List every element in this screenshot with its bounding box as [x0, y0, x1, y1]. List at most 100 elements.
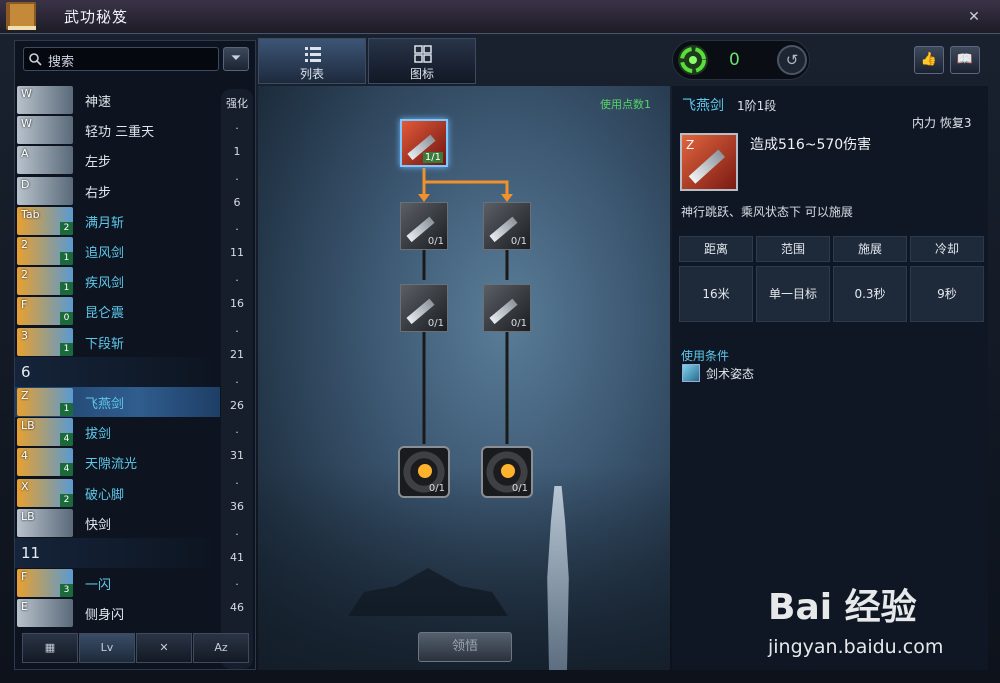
recommend-button[interactable]: 👍 [914, 46, 944, 74]
skill-list-item[interactable]: Z 1 飞燕剑 [15, 387, 220, 417]
skill-level-badge: 1 [60, 342, 73, 356]
skill-key: F [21, 570, 28, 584]
skill-thumb-icon: F3 [17, 569, 73, 598]
skill-name: 轻功 三重天 [85, 125, 155, 141]
skill-level-badge: 1 [60, 282, 73, 296]
skill-node[interactable]: 0/1 [483, 202, 531, 250]
window-title: 武功秘笈 [64, 8, 129, 26]
scale-dot: · [235, 426, 239, 440]
scale-tick: 11 [230, 246, 244, 260]
sort-tab[interactable]: ▦ [22, 633, 78, 663]
skill-group-header: 6 [15, 356, 220, 387]
search-input[interactable]: 搜索 [23, 47, 219, 71]
skill-node[interactable]: 0/1 [400, 284, 448, 332]
skill-node-ultimate[interactable]: 0/1 [398, 446, 450, 498]
scale-dot: · [235, 274, 239, 288]
skill-list-item[interactable]: LB 快剑 [15, 508, 220, 538]
sort-tab[interactable]: Az [193, 633, 249, 663]
skill-list-item[interactable]: A 左步 [15, 145, 220, 175]
learn-button[interactable]: 领悟 [418, 632, 512, 662]
stat-header: 施展 [833, 236, 907, 262]
stat-value: 9秒 [910, 266, 984, 322]
skill-key: Z [686, 138, 695, 152]
tab-list-view[interactable]: 列表 [258, 38, 366, 84]
skill-thumb-icon: A [17, 146, 73, 175]
skill-list-item[interactable]: LB 4 拔剑 [15, 417, 220, 447]
skill-thumb-icon: E [17, 599, 73, 628]
skill-group-header: 11 [15, 538, 220, 568]
sort-tab[interactable]: ✕ [136, 633, 192, 663]
skill-list-item[interactable]: 2 1 疾风剑 [15, 266, 220, 296]
sort-tab[interactable]: Lv [79, 633, 135, 663]
skill-list-item[interactable]: D 右步 [15, 176, 220, 206]
skill-list-item[interactable]: Tab 2 满月斩 [15, 206, 220, 236]
search-placeholder: 搜索 [48, 55, 75, 70]
stat-value: 16米 [679, 266, 753, 322]
skill-list: W 神速 W 轻功 三重天 A 左步 D 右步 Tab 2 满月斩 2 1 追风剑 2 1 疾风剑 F 0 昆仑震 3 1… [15, 85, 220, 665]
close-button[interactable]: ✕ [964, 7, 984, 27]
skill-tier: 1阶1段 [737, 99, 777, 113]
scale-dot: · [235, 527, 239, 541]
node-count: 0/1 [428, 483, 445, 494]
skill-thumb-icon: Tab 2 [17, 206, 73, 235]
stat-header: 范围 [756, 236, 830, 262]
condition-title: 使用条件 [681, 349, 730, 363]
skill-key: X [21, 479, 29, 493]
thumbs-up-icon: 👍 [920, 52, 938, 67]
stat-value: 单一目标 [756, 266, 830, 322]
tab-icon-view[interactable]: 图标 [368, 38, 476, 84]
reset-button[interactable]: ↺ [777, 45, 807, 75]
grid-icon [414, 45, 432, 63]
skill-thumb-icon: Z1 [17, 388, 73, 416]
skill-list-item[interactable]: F 3 一闪 [15, 568, 220, 598]
stat-header: 距离 [679, 236, 753, 262]
skill-level-badge: 4 [60, 433, 73, 447]
skill-points-counter: 0 ↺ [672, 40, 810, 80]
skill-name: 飞燕剑 [682, 98, 724, 114]
skill-key: LB [21, 509, 35, 523]
tab-label: 图标 [409, 67, 434, 81]
skill-level-badge: 3 [60, 584, 73, 598]
skill-level-badge: 4 [60, 463, 73, 477]
scale-tick: 41 [230, 550, 244, 564]
skill-list-item[interactable]: 2 1 追风剑 [15, 236, 220, 266]
scale-dot: · [235, 172, 239, 186]
skill-thumb-icon: F0 [17, 297, 73, 326]
scale-dot: · [235, 223, 239, 237]
skill-thumb-icon: X2 [17, 478, 73, 507]
scale-tick: 31 [230, 449, 244, 463]
scale-dot: · [235, 375, 239, 389]
scale-dot: · [235, 476, 239, 490]
skill-list-item[interactable]: W 神速 [15, 85, 220, 115]
stat-header: 冷却 [910, 236, 984, 262]
skill-node-ultimate[interactable]: 0/1 [481, 446, 533, 498]
group-level: 6 [21, 362, 31, 381]
skill-list-item[interactable]: 4 4 天隙流光 [15, 447, 220, 477]
list-icon [305, 47, 321, 62]
skill-name: 快剑 [85, 517, 112, 533]
skill-list-item[interactable]: 3 1 下段斩 [15, 327, 220, 357]
gear-core-icon [418, 464, 432, 478]
skill-node[interactable]: 0/1 [483, 284, 531, 332]
guide-button[interactable]: 📖 [950, 46, 980, 74]
skill-list-item[interactable]: F 0 昆仑震 [15, 296, 220, 326]
tab-label: 列表 [299, 67, 324, 81]
skill-thumb-icon: LB [17, 508, 73, 537]
skill-list-item[interactable]: E 侧身闪 [15, 598, 220, 628]
skill-thumb-icon: W [17, 116, 73, 145]
filter-button[interactable]: ⏷ [223, 47, 249, 71]
sword-icon [688, 149, 726, 184]
skill-list-item[interactable]: X 2 破心脚 [15, 478, 220, 508]
stat-value: 0.3秒 [833, 266, 907, 322]
scale-title: 强化 [226, 97, 248, 110]
skill-name: 下段斩 [85, 336, 125, 352]
skill-list-item[interactable]: W 轻功 三重天 [15, 115, 220, 145]
skill-thumb-icon: D [17, 176, 73, 205]
skill-name: 拔剑 [85, 427, 112, 443]
skill-key: 4 [21, 449, 28, 463]
skill-name: 追风剑 [85, 246, 125, 261]
skill-level-badge: 2 [60, 221, 73, 235]
skill-node[interactable]: 0/1 [400, 202, 448, 250]
skill-node[interactable]: 1/1 [400, 119, 448, 167]
skill-key: E [21, 600, 28, 614]
